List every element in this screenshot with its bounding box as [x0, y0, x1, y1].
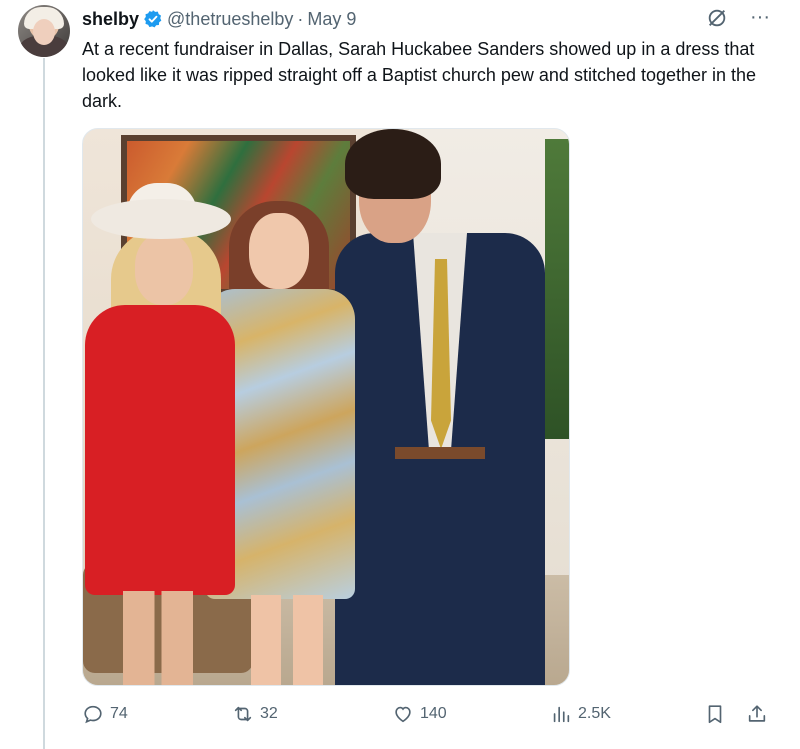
- separator-dot: ·: [297, 8, 304, 29]
- thread-line: [43, 58, 45, 749]
- retweet-icon: [234, 706, 252, 722]
- grok-icon[interactable]: [706, 7, 728, 29]
- header-actions: ···: [706, 6, 770, 29]
- views-count: 2.5K: [578, 705, 611, 722]
- verified-badge-icon: [144, 10, 162, 28]
- author-handle[interactable]: @thetrueshelby: [167, 9, 293, 30]
- bookmark-button[interactable]: [704, 700, 726, 728]
- reply-button[interactable]: 74: [82, 700, 128, 728]
- avatar[interactable]: [18, 5, 70, 57]
- views-button[interactable]: 2.5K: [550, 700, 611, 728]
- views-icon: [553, 706, 570, 723]
- like-icon: [395, 706, 411, 723]
- share-button[interactable]: [746, 700, 768, 728]
- reply-icon: [84, 705, 102, 724]
- tweet-actions: 74 32 140 2.5K: [82, 700, 772, 728]
- tweet-header: shelby @thetrueshelby · May 9: [82, 6, 356, 32]
- share-icon: [748, 705, 766, 722]
- like-button[interactable]: 140: [392, 700, 447, 728]
- more-options-icon[interactable]: ···: [750, 6, 770, 29]
- retweet-button[interactable]: 32: [232, 700, 278, 728]
- tweet-photo[interactable]: [82, 128, 570, 686]
- tweet-date[interactable]: May 9: [307, 9, 356, 30]
- reply-count: 74: [110, 705, 128, 722]
- like-count: 140: [420, 705, 447, 722]
- tweet-text: At a recent fundraiser in Dallas, Sarah …: [82, 39, 757, 111]
- author-name[interactable]: shelby: [82, 9, 139, 30]
- retweet-count: 32: [260, 705, 278, 722]
- bookmark-icon: [708, 705, 722, 724]
